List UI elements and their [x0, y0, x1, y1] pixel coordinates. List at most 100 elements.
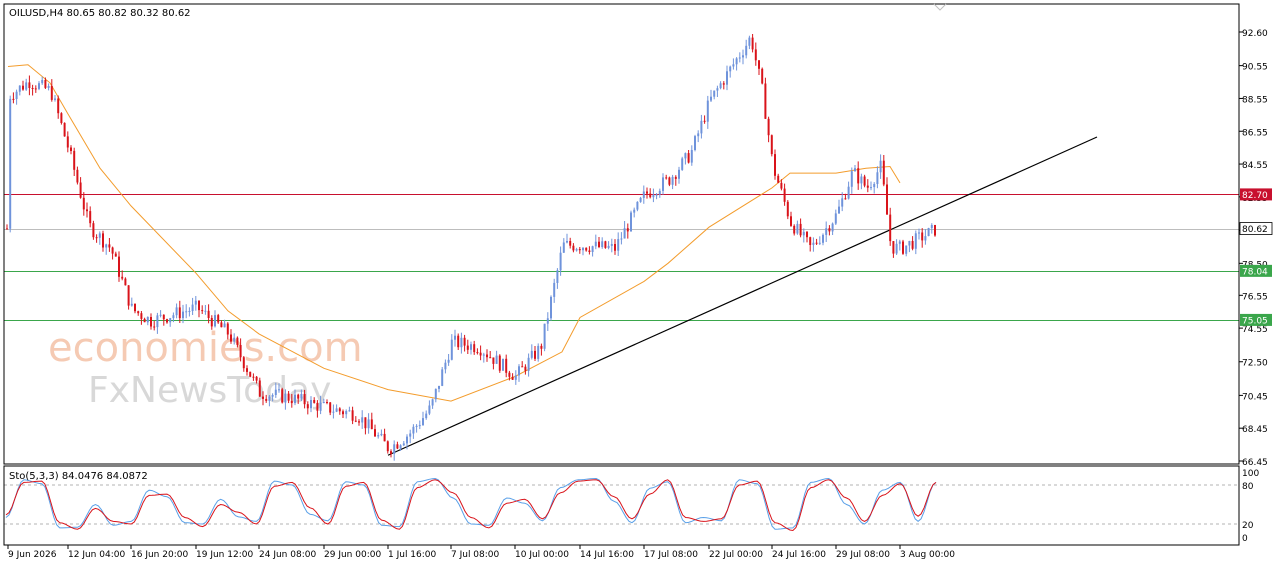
level-tag-label-support-2: 75.05	[1242, 316, 1268, 326]
candle-body	[95, 237, 98, 239]
candle-body	[486, 354, 488, 358]
candle-body	[258, 380, 261, 397]
candle-body	[300, 394, 303, 399]
candle	[249, 371, 252, 378]
candle-body	[463, 337, 466, 346]
candle-body	[505, 358, 508, 373]
candle-body	[646, 191, 648, 194]
candle-body	[636, 201, 639, 210]
candle-body	[166, 319, 168, 323]
candle-body	[642, 191, 645, 198]
candle-body	[834, 213, 837, 224]
candle-body	[92, 223, 95, 238]
candle	[764, 77, 767, 119]
candle-body	[210, 318, 213, 327]
candle-body	[431, 399, 434, 406]
candle-body	[185, 311, 188, 313]
candle-body	[482, 354, 485, 356]
candle	[550, 295, 552, 321]
candle-body	[908, 241, 911, 246]
candle-body	[860, 176, 863, 184]
candle-body	[508, 372, 511, 377]
candle-body	[713, 90, 716, 97]
candle-body	[476, 352, 479, 354]
candle-body	[434, 388, 437, 400]
candle-body	[844, 198, 847, 200]
candle-body	[351, 410, 354, 421]
candle-body	[572, 245, 575, 251]
candle-body	[281, 389, 284, 403]
candle-body	[489, 357, 492, 359]
candle-body	[89, 211, 92, 224]
candle-body	[620, 238, 623, 240]
candle-body	[588, 250, 591, 252]
candle-body	[639, 197, 642, 202]
candle-body	[159, 314, 162, 316]
candle-body	[73, 150, 76, 170]
candle-body	[217, 315, 220, 323]
candle-body	[742, 55, 744, 58]
candle	[543, 323, 546, 352]
candle-body	[169, 318, 172, 323]
price-tick-label: 70.45	[1242, 392, 1268, 402]
candle-body	[255, 376, 258, 381]
candle-body	[738, 57, 741, 59]
price-tick-label: 68.45	[1242, 425, 1268, 435]
candle-body	[818, 242, 821, 244]
candle-body	[114, 253, 117, 257]
candle-body	[345, 411, 348, 415]
candle-body	[425, 413, 428, 419]
candle-body	[98, 233, 101, 238]
candle-body	[406, 436, 408, 444]
candle-body	[342, 411, 344, 415]
candle-body	[822, 234, 824, 243]
candle-body	[700, 120, 703, 134]
candle-body	[313, 400, 316, 403]
candle-body	[626, 228, 629, 232]
candle-body	[201, 310, 204, 312]
candle-body	[783, 188, 786, 202]
candle-body	[726, 71, 728, 85]
candle-body	[684, 153, 687, 159]
candle-body	[316, 402, 319, 411]
candle-body	[207, 310, 210, 318]
candle-body	[28, 82, 31, 88]
candle-body	[41, 80, 44, 84]
candle-body	[668, 177, 671, 185]
candle-body	[793, 225, 796, 234]
candle	[927, 227, 930, 237]
candle-body	[694, 136, 696, 150]
candle-body	[297, 394, 300, 399]
candle-body	[770, 135, 773, 155]
candle-body	[518, 366, 520, 376]
candle-body	[534, 350, 536, 359]
candle-body	[585, 247, 588, 251]
candle-body	[82, 197, 85, 210]
candle-body	[527, 357, 530, 371]
candle-body	[876, 172, 879, 184]
candle-body	[66, 136, 69, 148]
candle-body	[329, 402, 332, 413]
candle-body	[754, 49, 757, 61]
candle-body	[50, 86, 53, 100]
candle-body	[182, 311, 184, 319]
candle-body	[780, 182, 783, 189]
candle-body	[172, 315, 175, 319]
candle-body	[22, 85, 24, 90]
time-tick-label: 10 Jul 00:00	[515, 550, 569, 560]
candle-body	[422, 418, 424, 426]
candle-body	[751, 37, 754, 50]
price-tick-label: 84.55	[1242, 161, 1268, 171]
candle-body	[790, 216, 792, 226]
candle-body	[882, 160, 885, 185]
time-tick-label: 3 Aug 00:00	[900, 550, 955, 560]
candle-body	[457, 335, 460, 348]
candle-body	[758, 60, 760, 69]
price-tick-label: 66.45	[1242, 458, 1268, 468]
candle-body	[774, 154, 776, 176]
candle-body	[332, 411, 335, 413]
stochastic-tick-label: 100	[1242, 469, 1259, 479]
candle-body	[601, 241, 604, 247]
candle-body	[137, 311, 140, 314]
candle	[60, 112, 63, 125]
